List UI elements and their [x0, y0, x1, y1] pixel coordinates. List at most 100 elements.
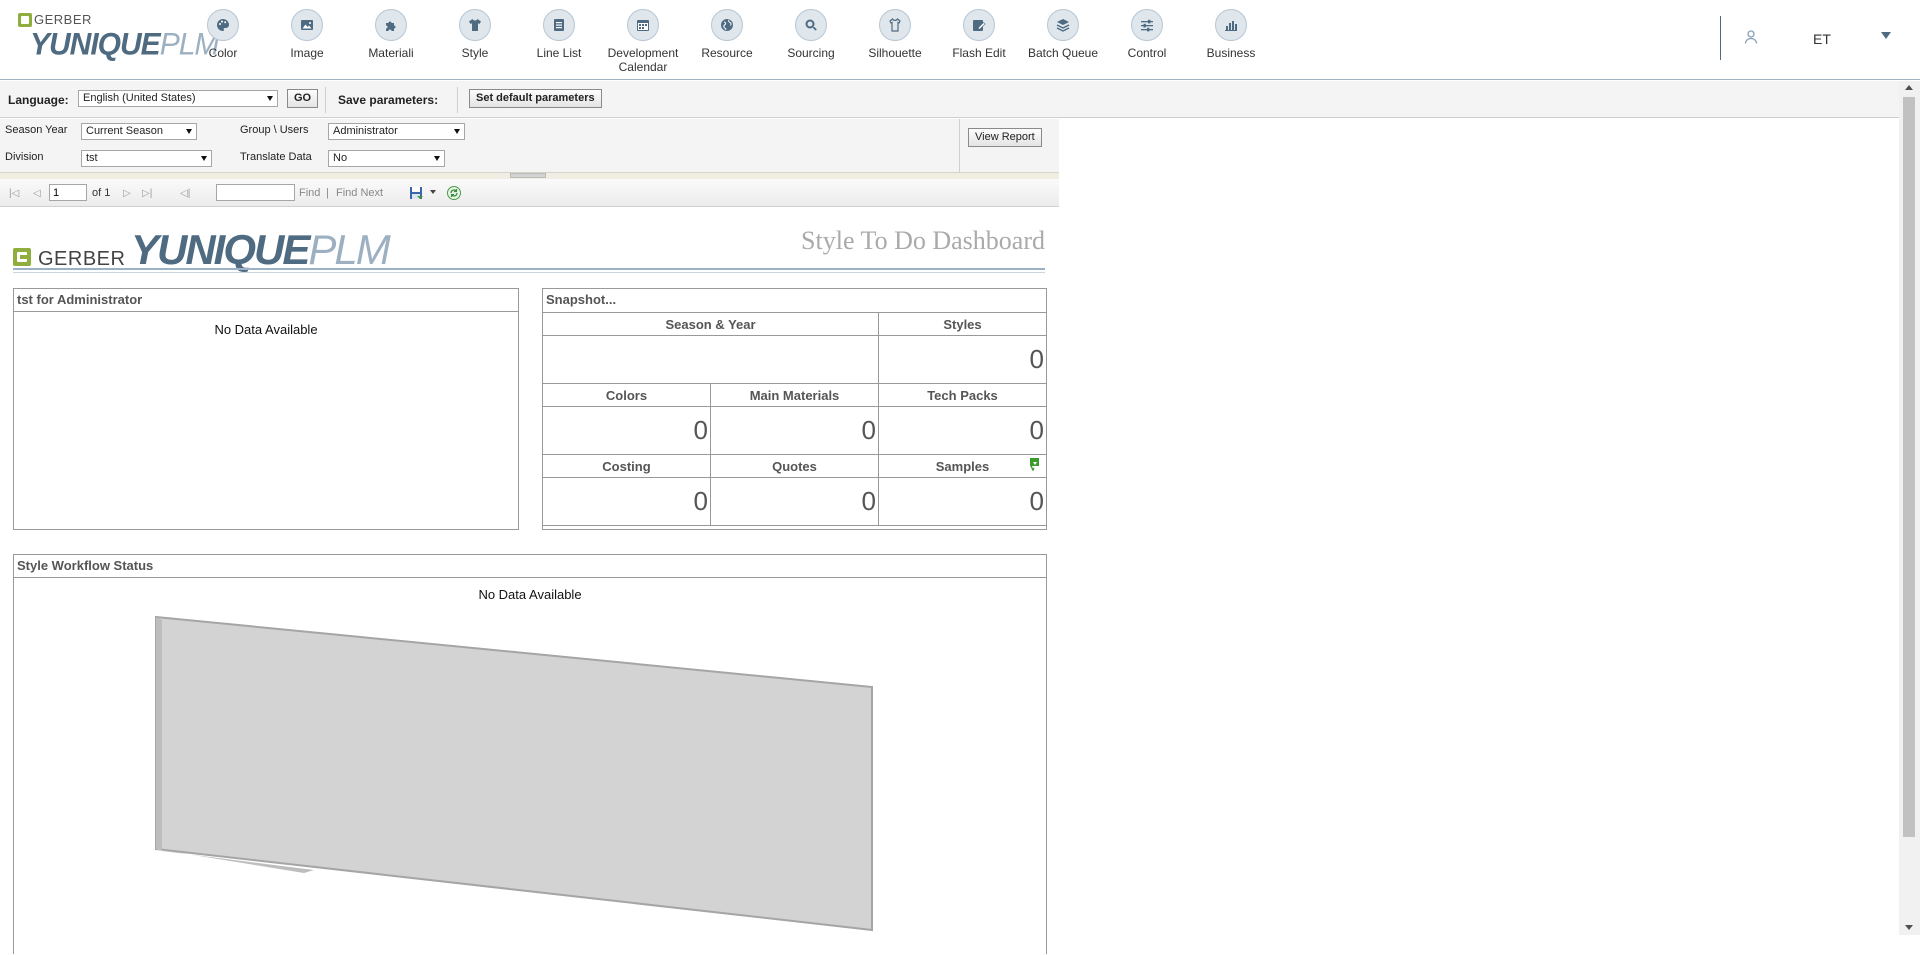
colors-count[interactable]: 0 — [542, 406, 711, 455]
app-logo[interactable]: GERBER YUNIQUEPLM — [18, 12, 219, 68]
group-users-label: Group \ Users — [240, 124, 309, 136]
season-year-header: Season & Year — [542, 312, 879, 336]
image-icon — [291, 9, 323, 41]
back-to-parent-icon[interactable]: ◁| — [180, 188, 190, 199]
division-select[interactable]: tst — [81, 150, 212, 167]
quotes-count[interactable]: 0 — [710, 477, 879, 526]
main-materials-count[interactable]: 0 — [710, 406, 879, 455]
set-default-parameters-button[interactable]: Set default parameters — [469, 89, 602, 108]
report-actions: View Report — [959, 119, 1059, 173]
samples-drillthrough-icon[interactable] — [1029, 457, 1041, 471]
stack-icon — [1047, 9, 1079, 41]
nav-item-control[interactable]: Control — [1105, 9, 1189, 74]
nav-label: Image — [290, 46, 324, 60]
silhouette-icon — [879, 9, 911, 41]
nav-item-development-calendar[interactable]: Development Calendar — [601, 9, 685, 74]
language-select[interactable]: English (United States) — [78, 90, 278, 107]
language-label: Language: — [8, 93, 69, 107]
nav-label: Style — [461, 46, 489, 60]
find-link[interactable]: Find — [299, 187, 320, 199]
season-year-value — [542, 335, 879, 384]
division-label: Division — [5, 151, 44, 163]
nav-item-materiali[interactable]: Materiali — [349, 9, 433, 74]
page-number-input[interactable] — [49, 184, 87, 201]
user-icon — [1744, 30, 1758, 44]
snapshot-panel: Snapshot... Season & Year Styles 0 Color… — [542, 288, 1047, 530]
costing-header: Costing — [542, 454, 711, 478]
page-scrollbar[interactable] — [1899, 81, 1920, 935]
quotes-header: Quotes — [710, 454, 879, 478]
nav-label: Business — [1206, 46, 1256, 60]
nav-label: Development Calendar — [607, 46, 679, 74]
divider — [457, 87, 458, 113]
go-button[interactable]: GO — [287, 89, 319, 108]
page-count-text: of 1 — [92, 187, 111, 199]
language-select-value: English (United States) — [83, 92, 196, 104]
nav-label: Color — [208, 46, 238, 60]
report-content: GERBER YUNIQUEPLM Style To Do Dashboard … — [0, 208, 1059, 954]
chevron-down-icon — [267, 96, 273, 101]
nav-item-sourcing[interactable]: Sourcing — [769, 9, 853, 74]
styles-count[interactable]: 0 — [878, 335, 1047, 384]
nav-item-flash-edit[interactable]: Flash Edit — [937, 9, 1021, 74]
export-save-icon[interactable] — [409, 186, 423, 200]
user-menu[interactable]: ET — [1720, 16, 1900, 60]
report-viewer-toolbar: |◁ ◁ of 1 ▷ ▷| ◁| Find | Find Next — [0, 179, 1059, 207]
nav-item-silhouette[interactable]: Silhouette — [853, 9, 937, 74]
nav-label: Line List — [536, 46, 582, 60]
nav-label: Sourcing — [787, 46, 835, 60]
empty-chart-placeholder — [155, 615, 873, 932]
nav-label: Resource — [701, 46, 753, 60]
palette-icon — [207, 9, 239, 41]
costing-count[interactable]: 0 — [542, 477, 711, 526]
previous-page-icon[interactable]: ◁ — [33, 188, 41, 199]
nav-item-business[interactable]: Business — [1189, 9, 1273, 74]
shirt-icon — [459, 9, 491, 41]
report-logo-yunique: YUNIQUEPLM — [131, 226, 391, 273]
collapse-parameters-handle[interactable] — [510, 173, 546, 178]
tech-packs-count[interactable]: 0 — [878, 406, 1047, 455]
todo-no-data-text: No Data Available — [214, 322, 318, 337]
nav-item-style[interactable]: Style — [433, 9, 517, 74]
last-page-icon[interactable]: ▷| — [142, 188, 152, 199]
nav-label: Materiali — [368, 46, 414, 60]
divider — [325, 87, 326, 113]
todo-panel-title: tst for Administrator — [14, 289, 518, 312]
season-year-label: Season Year — [5, 124, 68, 136]
tech-packs-header: Tech Packs — [878, 383, 1047, 407]
top-navigation-bar: GERBER YUNIQUEPLM Color Image Materiali — [0, 0, 1920, 80]
find-next-link[interactable]: Find Next — [336, 187, 383, 199]
nav-item-resource[interactable]: Resource — [685, 9, 769, 74]
report-parameters-panel: Season Year Current Season Group \ Users… — [0, 119, 1059, 173]
scrollbar-thumb[interactable] — [1903, 97, 1915, 837]
samples-header-cell: Samples — [878, 454, 1047, 478]
find-text-input[interactable] — [216, 184, 295, 201]
group-users-select[interactable]: Administrator — [328, 123, 465, 140]
samples-count[interactable]: 0 — [878, 477, 1047, 526]
nav-item-line-list[interactable]: Line List — [517, 9, 601, 74]
report-header-rule-thin — [13, 272, 1045, 273]
gerber-g-icon — [13, 248, 31, 266]
report-title: Style To Do Dashboard — [801, 226, 1045, 255]
view-report-button[interactable]: View Report — [968, 128, 1042, 147]
first-page-icon[interactable]: |◁ — [9, 188, 19, 199]
sliders-icon — [1131, 9, 1163, 41]
nav-label: Batch Queue — [1027, 46, 1099, 60]
calendar-icon — [627, 9, 659, 41]
nav-item-image[interactable]: Image — [265, 9, 349, 74]
export-dropdown-icon[interactable] — [430, 190, 436, 194]
chevron-down-icon — [186, 129, 192, 134]
season-year-value: Current Season — [86, 125, 164, 137]
user-menu-caret-icon[interactable] — [1881, 32, 1891, 39]
list-icon — [543, 9, 575, 41]
scroll-up-icon[interactable] — [1905, 85, 1913, 90]
season-year-select[interactable]: Current Season — [81, 123, 197, 140]
scroll-down-icon[interactable] — [1905, 925, 1913, 930]
nav-item-batch-queue[interactable]: Batch Queue — [1021, 9, 1105, 74]
refresh-icon[interactable] — [446, 185, 462, 201]
translate-data-select[interactable]: No — [328, 150, 445, 167]
nav-item-color[interactable]: Color — [181, 9, 265, 74]
next-page-icon[interactable]: ▷ — [123, 188, 131, 199]
gerber-g-icon — [18, 12, 32, 27]
nav-label: Control — [1127, 46, 1167, 60]
